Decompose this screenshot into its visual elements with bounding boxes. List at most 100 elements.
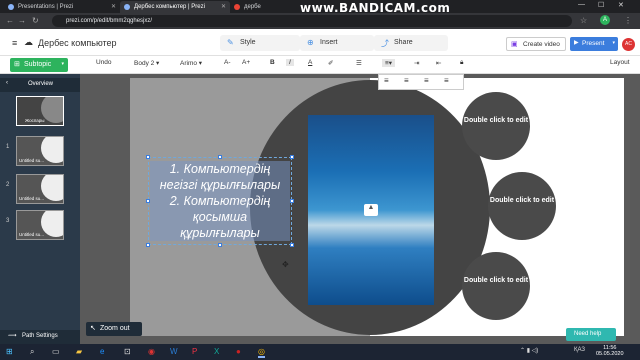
edge-icon[interactable]: e (100, 347, 104, 356)
minimize-icon[interactable]: — (578, 1, 585, 8)
tab-derbes-kompyuter[interactable]: Дербес компьютер | Prezi ✕ (120, 1, 230, 13)
prezi-favicon-icon (124, 4, 130, 10)
file-explorer-icon[interactable]: ▰ (76, 347, 82, 356)
italic-icon[interactable]: I (286, 59, 294, 66)
sidebar-overview[interactable]: ‹ Overview (0, 78, 80, 92)
chevron-left-icon: ‹ (6, 80, 8, 86)
style-icon: ✎ (227, 38, 234, 47)
slide-number: 2 (6, 182, 10, 188)
zoom-out-icon: ↖ (90, 325, 96, 332)
path-icon: ⟿ (8, 333, 17, 339)
prezi-favicon-icon (8, 4, 14, 10)
text-line: 1. Компьютердің (169, 162, 271, 176)
windows-start-icon[interactable]: ⊞ (6, 347, 13, 356)
list-icon[interactable]: ☰ (356, 59, 362, 67)
resize-handle[interactable] (218, 243, 222, 247)
sidebar-item-3[interactable]: Untitled su... (16, 210, 64, 240)
share-button[interactable]: ⤴ Share (374, 35, 448, 51)
chevron-down-icon: ▾ (61, 61, 64, 67)
lock-icon[interactable]: 🔒︎ (460, 59, 463, 67)
video-icon: ▣ (511, 41, 518, 48)
text-box[interactable]: 1. Компьютердің негізгі құрылғылары 2. К… (150, 161, 290, 241)
resize-handle[interactable] (146, 243, 150, 247)
forward-icon[interactable]: → (18, 16, 26, 25)
profile-icon[interactable]: A (600, 15, 610, 25)
resize-handle[interactable] (218, 155, 222, 159)
back-icon[interactable]: ← (6, 16, 14, 25)
hamburger-menu-icon[interactable]: ≡ (12, 38, 17, 48)
text-color-icon[interactable]: A (308, 59, 312, 66)
slide-number: 1 (6, 144, 10, 150)
close-tab-icon[interactable]: ✕ (221, 3, 226, 10)
font-larger-icon[interactable]: A+ (242, 59, 250, 66)
overview-thumbnail[interactable]: Жоспары (16, 96, 64, 126)
topic-circle-1[interactable]: Double click to edit (462, 92, 530, 160)
text-line: негізгі құрылғылары (159, 178, 281, 192)
plus-icon: ⊕ (307, 38, 314, 47)
store-icon[interactable]: ⊡ (124, 347, 131, 356)
indent-icon[interactable]: ⇥ (414, 59, 419, 67)
language-indicator[interactable]: ҚАЗ (574, 347, 585, 353)
reload-icon[interactable]: ↻ (32, 16, 39, 25)
align-left-icon[interactable]: ≡ (404, 76, 409, 85)
powerpoint-icon[interactable]: P (192, 347, 197, 356)
align-center-icon[interactable]: ≡▾ (382, 59, 396, 67)
share-icon: ⤴ (381, 39, 389, 48)
font-smaller-icon[interactable]: A- (224, 59, 231, 66)
resize-handle[interactable] (290, 243, 294, 247)
need-help-button[interactable]: Need help (566, 328, 616, 341)
close-tab-icon[interactable]: ✕ (111, 3, 116, 10)
resize-handle[interactable] (290, 199, 294, 203)
align-right-icon[interactable]: ≡ (424, 76, 429, 85)
sidebar-item-1[interactable]: Untitled su... (16, 136, 64, 166)
presentation-title[interactable]: Дербес компьютер (38, 38, 117, 48)
url-input[interactable]: prezi.com/p/edit/bmm2qghesjxz/ (52, 15, 572, 27)
search-icon[interactable]: ⌕ (30, 347, 34, 357)
style-button[interactable]: ✎ Style (220, 35, 300, 51)
insert-button[interactable]: ⊕ Insert (300, 35, 374, 51)
layout-button[interactable]: Layout (610, 59, 630, 66)
maximize-icon[interactable]: ☐ (598, 1, 604, 9)
align-popup (378, 74, 464, 90)
text-line: қосымша (192, 210, 248, 224)
resize-handle[interactable] (290, 155, 294, 159)
slide-number: 3 (6, 218, 10, 224)
bandicam-icon[interactable]: ● (236, 347, 241, 356)
menu-dots-icon[interactable]: ⋮ (624, 16, 632, 25)
excel-icon[interactable]: X (214, 347, 219, 356)
star-icon[interactable]: ☆ (580, 16, 587, 25)
zoom-out-button[interactable]: ↖ Zoom out (86, 322, 142, 336)
word-icon[interactable]: W (170, 347, 178, 356)
text-style-select[interactable]: Body 2 ▾ (134, 59, 159, 67)
path-settings-button[interactable]: ⟿ Path Settings (0, 330, 80, 344)
topic-circle-3[interactable]: Double click to edit (462, 252, 530, 320)
subtopic-icon: ⊞ (14, 61, 20, 68)
chevron-down-icon: ▾ (612, 40, 615, 46)
outdent-icon[interactable]: ⇤ (436, 59, 441, 67)
create-video-button[interactable]: ▣ Create video (506, 37, 566, 51)
topic-circle-2[interactable]: Double click to edit (488, 172, 556, 240)
add-subtopic-button[interactable]: ⊞ Subtopic ▾ (10, 58, 68, 72)
app-icon[interactable]: ◉ (148, 347, 155, 356)
mouse-cursor-icon: ✥ (282, 260, 289, 269)
undo-button[interactable]: Undo (96, 59, 112, 66)
tab-presentations[interactable]: Presentations | Prezi ✕ (4, 1, 120, 13)
sidebar-item-2[interactable]: Untitled su... (16, 174, 64, 204)
highlight-icon[interactable]: ✐ (328, 59, 333, 67)
tab-google[interactable]: дербе (230, 1, 290, 13)
chrome-icon[interactable]: ◎ (258, 347, 265, 358)
resize-handle[interactable] (146, 155, 150, 159)
avatar[interactable]: AC (622, 38, 635, 51)
clock[interactable]: 11:56 05.05.2020 (596, 345, 624, 357)
text-line: 2. Компьютердің (169, 194, 271, 208)
close-window-icon[interactable]: ✕ (618, 1, 624, 9)
system-tray-icons[interactable]: ⌃ ▮ ◁) (520, 347, 538, 354)
bold-icon[interactable]: B (270, 59, 275, 66)
task-view-icon[interactable]: ▭ (52, 347, 60, 356)
align-center-icon[interactable]: ≡ (384, 76, 389, 85)
present-button[interactable]: ▶ Present ▾ (570, 37, 618, 51)
align-justify-icon[interactable]: ≡ (444, 76, 449, 85)
font-select[interactable]: Arimo ▾ (180, 59, 202, 67)
cloud-icon: ☁ (24, 37, 33, 47)
image-icon[interactable]: ▲ (364, 204, 378, 216)
